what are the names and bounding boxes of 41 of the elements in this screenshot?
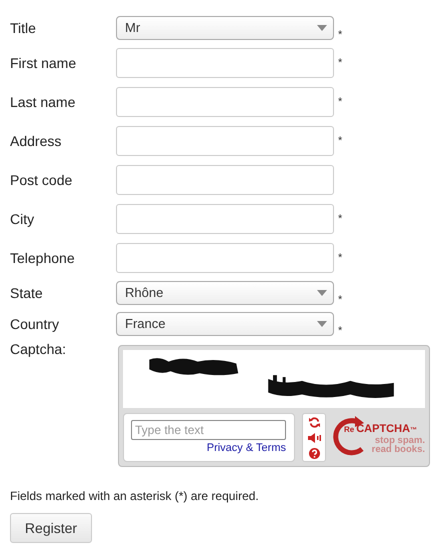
- audio-icon[interactable]: [308, 432, 320, 442]
- required-asterisk: *: [338, 212, 342, 224]
- field-label: Captcha:: [10, 341, 68, 359]
- required-note: Fields marked with an asterisk (*) are required.: [10, 489, 260, 503]
- input-field[interactable]: [116, 86, 334, 116]
- logo-prefix: Re: [344, 425, 354, 434]
- required-asterisk: *: [338, 325, 342, 337]
- help-icon[interactable]: [308, 448, 320, 458]
- input-field[interactable]: [116, 204, 334, 234]
- dropdown[interactable]: Rhône: [116, 280, 334, 304]
- input-field[interactable]: [116, 126, 334, 156]
- field-label: Title: [10, 20, 37, 36]
- field-label: Address: [10, 132, 62, 148]
- required-asterisk: *: [338, 134, 342, 146]
- input-field[interactable]: [116, 164, 334, 194]
- field-label: Telephone: [10, 250, 76, 266]
- privacy-terms-link[interactable]: Privacy & Terms: [206, 442, 286, 454]
- dropdown-caret-icon: [317, 24, 327, 30]
- field-label: First name: [10, 54, 78, 70]
- required-asterisk: *: [338, 56, 342, 68]
- input-field[interactable]: [116, 48, 334, 78]
- field-label: State: [10, 284, 44, 300]
- required-asterisk: *: [338, 294, 342, 306]
- refresh-icon[interactable]: [308, 416, 320, 428]
- captcha-input[interactable]: Type the text: [131, 420, 286, 440]
- dropdown-caret-icon: [317, 290, 327, 296]
- dropdown-caret-icon: [317, 320, 327, 326]
- dropdown[interactable]: Mr: [116, 16, 334, 40]
- dropdown[interactable]: France: [116, 312, 334, 336]
- required-asterisk: *: [338, 252, 342, 264]
- required-asterisk: *: [338, 29, 342, 41]
- field-label: Post code: [10, 172, 74, 188]
- register-button[interactable]: Register: [10, 513, 92, 543]
- field-label: City: [10, 210, 36, 226]
- logo-tagline: stop spam.: [374, 436, 425, 445]
- field-label: Last name: [10, 94, 76, 110]
- logo-name: CAPTCHA: [356, 423, 410, 435]
- required-asterisk: *: [338, 96, 342, 108]
- field-label: Country: [10, 316, 60, 332]
- logo-tagline: read books.: [372, 445, 425, 454]
- input-field[interactable]: [116, 242, 334, 272]
